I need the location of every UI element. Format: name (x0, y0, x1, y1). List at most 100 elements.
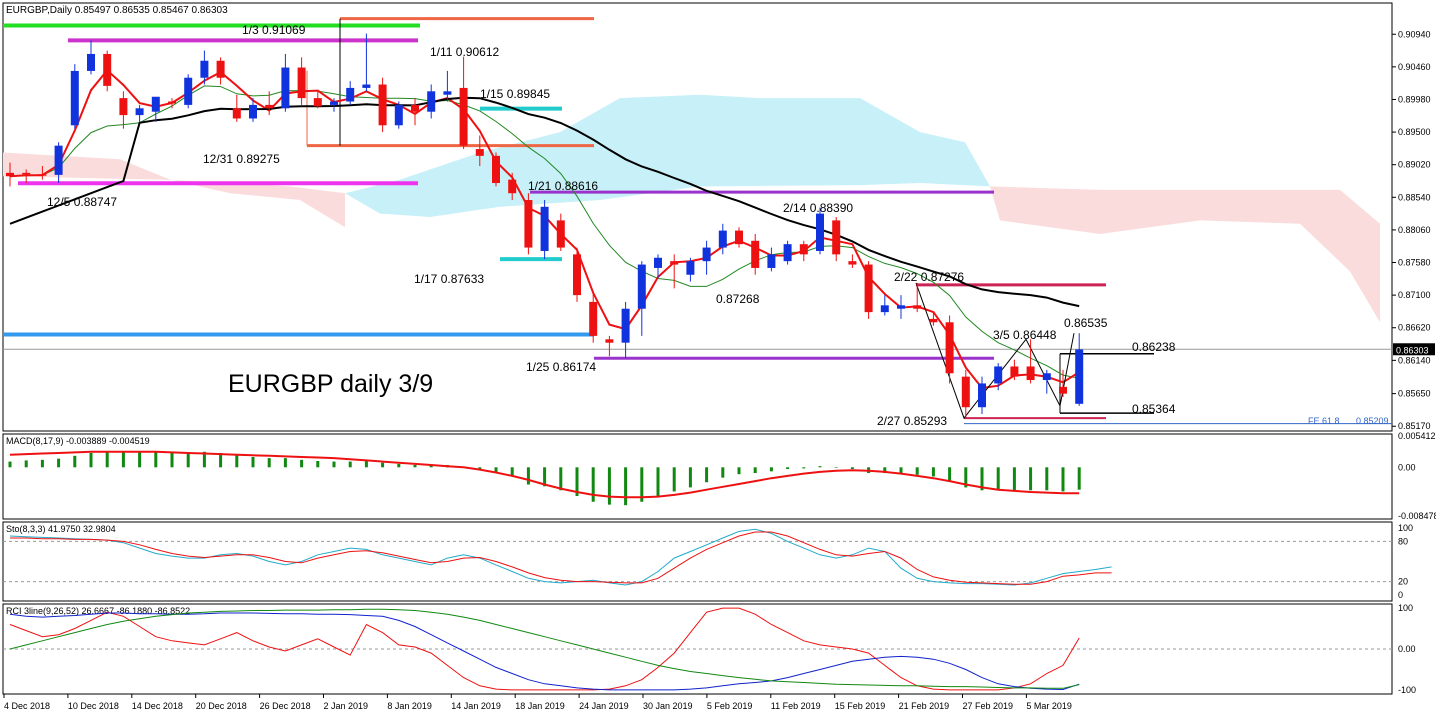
rci-axis-label: 100 (1398, 603, 1413, 613)
candle-body (621, 308, 630, 343)
candle-body (880, 305, 889, 313)
x-axis-label: 5 Mar 2019 (1026, 701, 1072, 711)
candle-body (556, 220, 565, 248)
candle-body (832, 220, 841, 255)
price-axis-label: 0.86620 (1398, 323, 1431, 333)
candle-body (929, 318, 938, 323)
candle-body (492, 155, 500, 184)
stochastic-axis-label: 100 (1398, 523, 1413, 533)
candle-body (459, 87, 468, 146)
x-axis-label: 21 Feb 2019 (899, 701, 950, 711)
candle-body (168, 101, 176, 104)
candle-body (346, 87, 355, 102)
candle-body (897, 305, 905, 309)
candle-body (54, 145, 63, 175)
annotation-label: 1/11 0.90612 (430, 45, 500, 59)
x-axis-label: 2 Jan 2019 (324, 701, 369, 711)
macd-axis-label: -0.008478 (1398, 511, 1436, 521)
price-axis-label: 0.89500 (1398, 127, 1431, 137)
candle-body (670, 261, 679, 265)
x-axis-label: 14 Dec 2018 (132, 701, 183, 711)
x-axis-label: 8 Jan 2019 (387, 701, 432, 711)
macd-header: MACD(8,17,9) -0.003889 -0.004519 (6, 436, 150, 446)
symbol-header: EURGBP,Daily 0.85497 0.86535 0.85467 0.8… (6, 5, 228, 16)
level-label: 1/3 0.91069 (242, 23, 306, 37)
candle-body (200, 60, 209, 78)
candle-body (6, 172, 14, 177)
annotation-label: 2/27 0.85293 (877, 414, 947, 428)
candle-body (702, 247, 711, 262)
price-axis-label: 0.85650 (1398, 389, 1431, 399)
candle-body (216, 60, 225, 78)
candle-body (119, 98, 128, 116)
price-axis-label: 0.86140 (1398, 355, 1431, 365)
level-label: 0.86238 (1132, 340, 1176, 354)
candle-body (945, 322, 954, 374)
candle-body (411, 104, 419, 112)
candle-body (1075, 349, 1084, 404)
candle-body (654, 257, 662, 268)
macd-axis-label: 0.00 (1398, 462, 1416, 472)
candle-body (135, 108, 144, 116)
candle-body (994, 366, 1003, 384)
price-axis-label: 0.89020 (1398, 160, 1431, 170)
price-axis-label: 0.87580 (1398, 258, 1431, 268)
candle-body (605, 339, 614, 343)
candle-body (783, 244, 792, 262)
candle-body (265, 104, 274, 109)
candle-body (524, 200, 533, 248)
candle-body (249, 104, 257, 119)
annotation-label: 2/22 0.87276 (894, 270, 964, 284)
candle-body (22, 172, 31, 175)
candle-body (103, 53, 112, 86)
level-label: 12/5 0.88747 (47, 195, 117, 209)
stochastic-axis-label: 80 (1398, 536, 1408, 546)
rci-header: RCI 3line(9,26,52) 26.6667 -86.1880 -86.… (6, 606, 190, 616)
candle-body (330, 101, 338, 105)
candle-body (87, 53, 95, 71)
x-axis-label: 5 Feb 2019 (707, 701, 753, 711)
candle-body (362, 84, 371, 88)
x-axis-label: 11 Feb 2019 (771, 701, 821, 711)
stochastic-axis-label: 0 (1398, 590, 1403, 600)
candle-body (38, 174, 47, 176)
price-axis-label: 0.85170 (1398, 421, 1431, 431)
candle-body (70, 70, 79, 126)
annotation-label: 0.85209 (1356, 416, 1389, 426)
x-axis-label: 14 Jan 2019 (451, 701, 501, 711)
annotation-label: 2/14 0.88390 (783, 201, 853, 215)
overlay-title: EURGBP daily 3/9 (228, 370, 433, 398)
candle-body (864, 264, 873, 313)
candle-body (443, 91, 452, 95)
candle-body (848, 261, 857, 265)
candle-body (961, 376, 970, 408)
candle-body (281, 67, 290, 109)
candle-body (573, 254, 581, 296)
annotation-label: FE 61.8 (1308, 416, 1340, 426)
macd-panel (2, 433, 1393, 520)
candle-body (1059, 386, 1067, 394)
price-axis-label: 0.89980 (1398, 94, 1431, 104)
candle-body (313, 98, 322, 107)
price-axis-label: 0.88540 (1398, 192, 1431, 202)
stochastic-axis-label: 20 (1398, 577, 1408, 587)
candle-body (799, 244, 808, 255)
stochastic-panel (2, 521, 1393, 602)
x-axis-label: 24 Jan 2019 (579, 701, 629, 711)
stochastic-header: Sto(8,3,3) 41.9750 32.9804 (6, 524, 116, 534)
x-axis-label: 15 Feb 2019 (835, 701, 886, 711)
candle-body (475, 149, 484, 156)
annotation-label: 0.87268 (716, 292, 760, 306)
annotation-label: 1/25 0.86174 (526, 360, 596, 374)
candle-body (816, 213, 824, 251)
rci-axis-label: 0.00 (1398, 644, 1416, 654)
candle-body (767, 254, 776, 268)
candle-body (735, 230, 743, 245)
candle-body (751, 240, 760, 268)
rci-panel (2, 603, 1393, 695)
candle-body (540, 206, 549, 251)
candle-body (913, 305, 922, 309)
candle-body (508, 179, 517, 194)
candle-body (427, 91, 436, 112)
candle-body (151, 96, 160, 112)
